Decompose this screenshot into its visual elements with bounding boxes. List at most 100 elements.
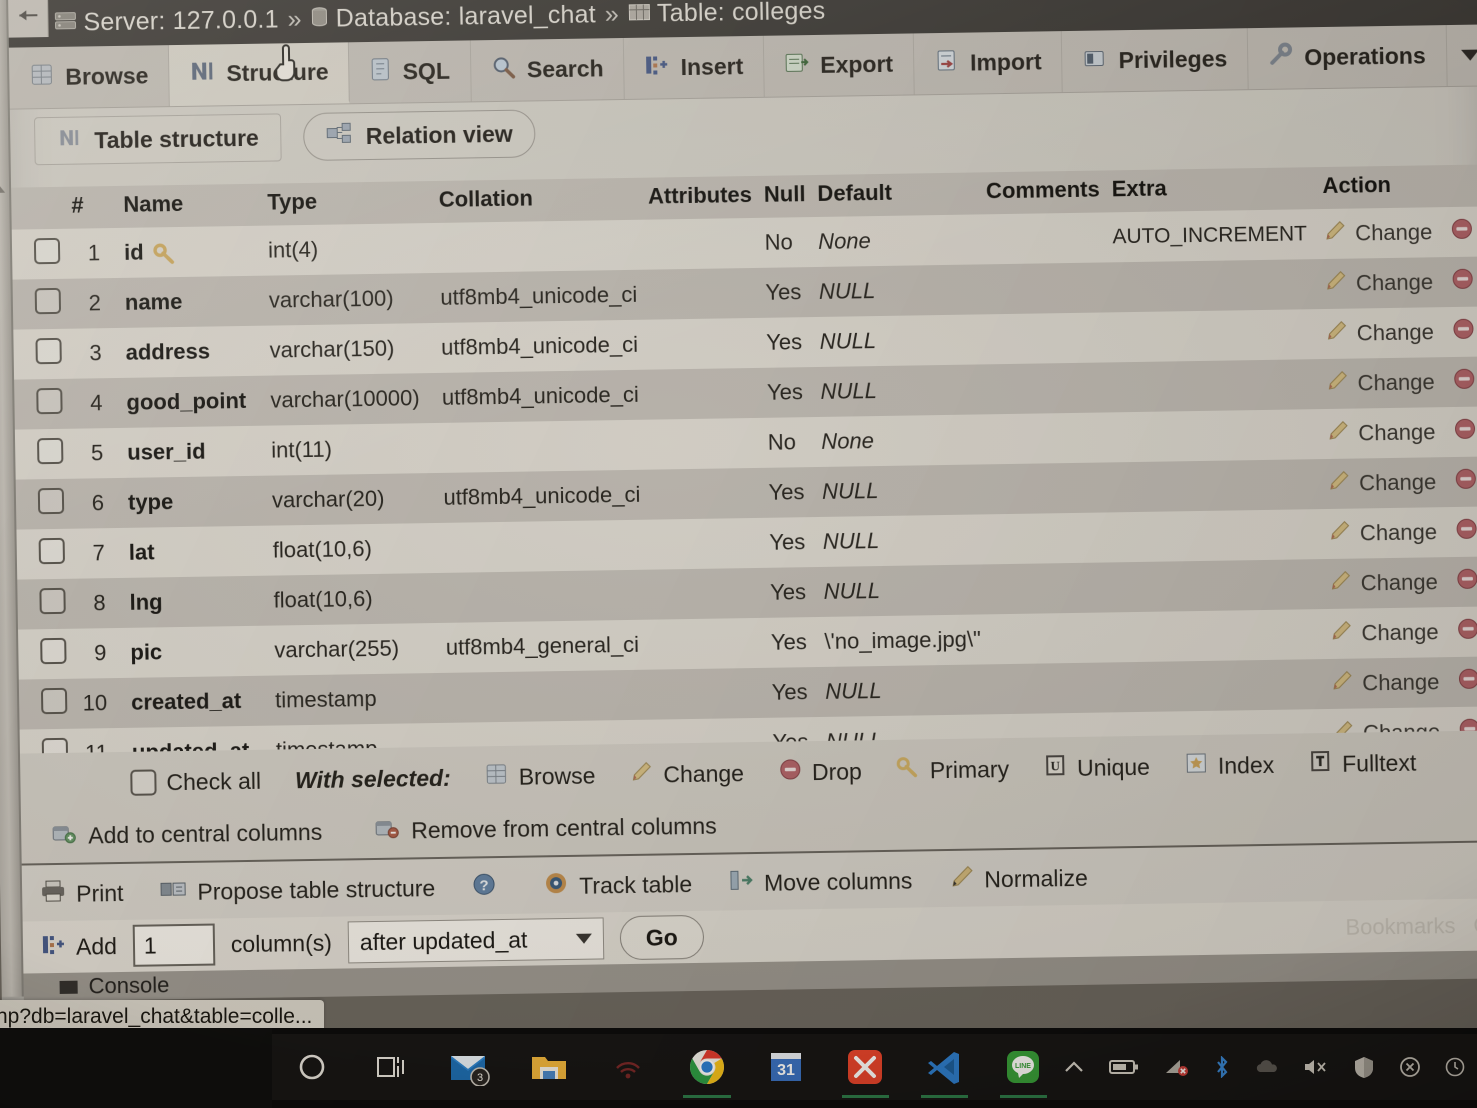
tab-export[interactable]: Export bbox=[763, 33, 915, 97]
bulk-browse-button[interactable]: Browse bbox=[484, 761, 596, 793]
check-all-checkbox[interactable] bbox=[130, 769, 157, 796]
chrome-icon[interactable] bbox=[667, 1034, 746, 1100]
drop-button[interactable]: Dr bbox=[1452, 316, 1477, 347]
bulk-unique-button[interactable]: U Unique bbox=[1043, 752, 1150, 784]
options-link[interactable]: Op bbox=[1473, 912, 1477, 938]
row-select-cell[interactable] bbox=[13, 328, 69, 380]
subtab-relation-view[interactable]: Relation view bbox=[303, 109, 537, 162]
row-select-cell[interactable] bbox=[14, 378, 69, 430]
xampp-icon[interactable] bbox=[826, 1034, 905, 1100]
row-checkbox[interactable] bbox=[34, 287, 62, 315]
change-button[interactable]: Change bbox=[1323, 217, 1433, 249]
bookmarks-link[interactable]: Bookmarks bbox=[1345, 913, 1455, 941]
close-tray-icon[interactable] bbox=[1399, 1056, 1421, 1078]
header-type[interactable]: Type bbox=[249, 181, 424, 226]
print-button[interactable]: Print bbox=[40, 878, 124, 909]
bulk-fulltext-button[interactable]: Fulltext bbox=[1308, 748, 1417, 780]
header-default[interactable]: Default bbox=[811, 172, 981, 218]
line-icon[interactable]: LINE bbox=[984, 1034, 1063, 1100]
bookmark-star-icon[interactable]: ☆ bbox=[1436, 0, 1461, 5]
row-select-cell[interactable] bbox=[15, 478, 71, 530]
change-button[interactable]: Change bbox=[1325, 367, 1435, 399]
row-select-cell[interactable] bbox=[16, 528, 72, 580]
onedrive-icon[interactable] bbox=[1255, 1059, 1279, 1075]
tab-browse[interactable]: Browse bbox=[8, 45, 170, 109]
help-button[interactable]: ? bbox=[471, 871, 507, 904]
network-error-icon[interactable] bbox=[1163, 1057, 1189, 1077]
row-checkbox[interactable] bbox=[40, 637, 67, 665]
header-name[interactable]: Name bbox=[105, 183, 250, 229]
track-table-button[interactable]: Track table bbox=[543, 868, 692, 902]
change-button[interactable]: Change bbox=[1326, 417, 1436, 449]
tab-insert[interactable]: Insert bbox=[624, 35, 765, 99]
row-select-cell[interactable] bbox=[18, 678, 74, 730]
add-column-count-input[interactable]: 1 bbox=[132, 923, 216, 967]
wifi-app-icon[interactable] bbox=[588, 1034, 667, 1100]
header-attributes[interactable]: Attributes bbox=[641, 175, 759, 220]
header-comments[interactable]: Comments bbox=[979, 170, 1107, 215]
add-to-central-columns-button[interactable]: Add to central columns bbox=[51, 817, 322, 851]
tab-structure[interactable]: Structure bbox=[168, 42, 351, 107]
drop-button[interactable]: Dr bbox=[1450, 216, 1477, 247]
change-button[interactable]: Change bbox=[1325, 317, 1435, 349]
drop-button[interactable]: Dr bbox=[1451, 266, 1477, 297]
drop-button[interactable]: Dr bbox=[1453, 416, 1477, 447]
vscode-icon[interactable] bbox=[905, 1034, 984, 1100]
header-index[interactable]: # bbox=[65, 186, 106, 229]
drop-button[interactable]: Dr bbox=[1456, 616, 1477, 647]
file-explorer-icon[interactable] bbox=[509, 1034, 588, 1100]
defender-icon[interactable] bbox=[1353, 1055, 1375, 1079]
tab-privileges[interactable]: Privileges bbox=[1062, 28, 1249, 93]
scroll-up-arrow-icon[interactable] bbox=[0, 183, 6, 193]
row-checkbox[interactable] bbox=[37, 487, 65, 515]
breadcrumb-database[interactable]: Database: laravel_chat bbox=[336, 0, 597, 33]
tab-import[interactable]: Import bbox=[913, 31, 1064, 95]
row-checkbox[interactable] bbox=[36, 387, 63, 415]
normalize-button[interactable]: Normalize bbox=[948, 863, 1088, 895]
change-button[interactable]: Change bbox=[1330, 667, 1440, 699]
bulk-primary-button[interactable]: Primary bbox=[896, 754, 1010, 786]
row-select-cell[interactable] bbox=[14, 428, 70, 480]
remove-from-central-columns-button[interactable]: Remove from central columns bbox=[374, 811, 717, 846]
header-null[interactable]: Null bbox=[757, 175, 812, 218]
breadcrumb-table[interactable]: Table: colleges bbox=[657, 0, 826, 28]
row-checkbox[interactable] bbox=[39, 587, 66, 615]
change-button[interactable]: Change bbox=[1324, 267, 1434, 299]
drop-button[interactable]: Dr bbox=[1452, 366, 1477, 397]
row-checkbox[interactable] bbox=[38, 537, 65, 565]
mail-icon[interactable]: 3 bbox=[430, 1034, 509, 1100]
calendar-icon[interactable]: 31 bbox=[747, 1034, 826, 1100]
change-button[interactable]: Change bbox=[1329, 567, 1439, 599]
change-button[interactable]: Change bbox=[1328, 517, 1438, 549]
bulk-index-button[interactable]: Index bbox=[1184, 750, 1275, 781]
drop-button[interactable]: Dr bbox=[1455, 516, 1477, 547]
header-collation[interactable]: Collation bbox=[422, 177, 643, 224]
bluetooth-icon[interactable] bbox=[1213, 1056, 1231, 1078]
propose-table-structure-button[interactable]: Propose table structure bbox=[159, 873, 435, 907]
tabs-overflow-button[interactable]: M bbox=[1446, 24, 1477, 86]
row-select-cell[interactable] bbox=[18, 628, 73, 680]
subtab-table-structure[interactable]: Table structure bbox=[33, 113, 283, 166]
row-checkbox[interactable] bbox=[35, 337, 62, 365]
cortana-icon[interactable] bbox=[272, 1034, 351, 1100]
move-columns-button[interactable]: Move columns bbox=[728, 866, 913, 899]
tab-operations[interactable]: Operations bbox=[1247, 25, 1448, 90]
volume-mute-icon[interactable] bbox=[1303, 1057, 1329, 1077]
drop-button[interactable]: Dr bbox=[1454, 466, 1477, 497]
battery-icon[interactable] bbox=[1109, 1058, 1139, 1076]
check-all-control[interactable]: Check all bbox=[130, 767, 261, 796]
tab-sql[interactable]: SQL bbox=[349, 40, 472, 104]
add-column-position-select[interactable]: after updated_at bbox=[347, 917, 605, 964]
row-checkbox[interactable] bbox=[33, 237, 61, 265]
row-select-cell[interactable] bbox=[12, 278, 68, 330]
clock-icon[interactable] bbox=[1445, 1057, 1465, 1077]
row-checkbox[interactable] bbox=[40, 687, 68, 715]
back-button[interactable] bbox=[8, 0, 49, 38]
change-button[interactable]: Change bbox=[1329, 617, 1439, 649]
row-select-cell[interactable] bbox=[17, 578, 73, 630]
row-select-cell[interactable] bbox=[11, 228, 67, 280]
change-button[interactable]: Change bbox=[1327, 467, 1437, 499]
breadcrumb-server[interactable]: Server: 127.0.0.1 bbox=[83, 5, 279, 37]
row-checkbox[interactable] bbox=[37, 437, 64, 465]
tab-search[interactable]: Search bbox=[470, 37, 626, 102]
